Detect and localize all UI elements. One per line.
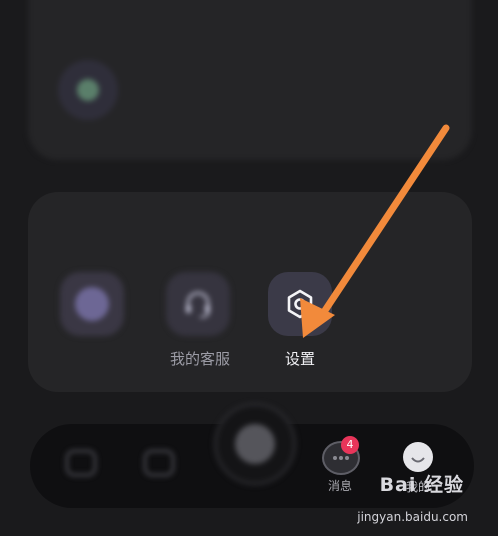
orange-pointer-arrow: [300, 124, 450, 338]
